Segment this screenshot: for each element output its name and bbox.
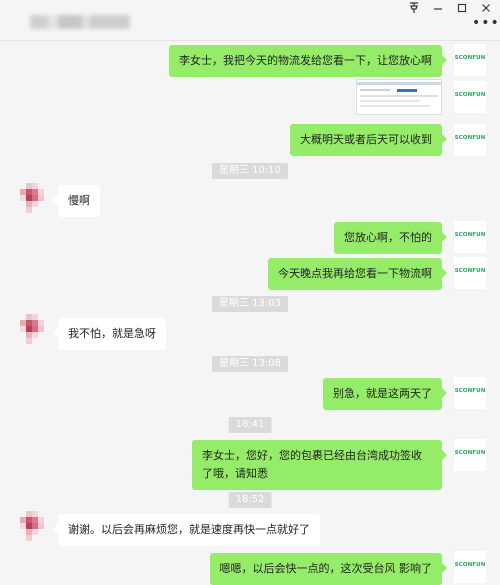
timestamp: 18:52 (228, 492, 272, 508)
avatar-brand-text: SCONFUN (454, 388, 486, 394)
maximize-icon[interactable] (452, 2, 472, 16)
chat-area: 李女士，我把今天的物流发给您看一下，让您放心啊 SCONFUN SCONFUN … (0, 41, 500, 585)
title-bar: ••• (0, 0, 500, 41)
received-message: 我不怕，就是急呀 (53, 318, 166, 350)
timestamp: 18:41 (228, 417, 272, 433)
contact-avatar[interactable] (20, 511, 44, 543)
received-message: 谢谢。以后会再麻烦您，就是速度再快一点就好了 (53, 514, 320, 546)
received-message: 慢啊 (53, 185, 100, 217)
avatar-brand-text: SCONFUN (454, 135, 486, 141)
sent-message: 大概明天或者后天可以收到 (290, 124, 447, 156)
my-avatar[interactable]: SCONFUN (454, 81, 486, 113)
sent-message: 别急，就是这两天了 (323, 378, 447, 410)
avatar-brand-text: SCONFUN (454, 268, 486, 274)
close-icon[interactable] (476, 2, 496, 16)
timestamp: 星期三 13:08 (212, 356, 288, 372)
sent-message: 您放心啊，不怕的 (334, 222, 447, 254)
my-avatar[interactable]: SCONFUN (454, 257, 486, 289)
my-avatar[interactable]: SCONFUN (454, 439, 486, 471)
my-avatar[interactable]: SCONFUN (454, 377, 486, 409)
pin-icon[interactable] (404, 2, 424, 16)
timestamp: 星期三 13:03 (212, 296, 288, 312)
minimize-icon[interactable] (428, 2, 448, 16)
sent-message: 李女士，我把今天的物流发给您看一下，让您放心啊 (169, 45, 447, 77)
contact-avatar[interactable] (20, 314, 44, 346)
avatar-brand-text: SCONFUN (454, 92, 486, 98)
avatar-brand-text: SCONFUN (454, 232, 486, 238)
sent-message: 嗯嗯，以后会快一点的，这次受台风 影响了 (209, 553, 447, 585)
my-avatar[interactable]: SCONFUN (454, 124, 486, 156)
my-avatar[interactable]: SCONFUN (454, 44, 486, 76)
timestamp: 星期三 10:10 (212, 163, 288, 179)
sent-message: 今天晚点我再给您看一下物流啊 (268, 258, 447, 290)
avatar-brand-text: SCONFUN (454, 450, 486, 456)
avatar-brand-text: SCONFUN (454, 562, 486, 568)
contact-avatar[interactable] (20, 183, 44, 215)
more-icon[interactable]: ••• (472, 16, 499, 30)
sent-image-logistics-screenshot[interactable] (356, 79, 442, 115)
avatar-brand-text: SCONFUN (454, 55, 486, 61)
my-avatar[interactable]: SCONFUN (454, 551, 486, 583)
sent-message: 李女士，您好，您的包裹已经由台湾成功签收了哦，请知悉 (192, 440, 447, 490)
chat-title-blurred (30, 15, 130, 29)
my-avatar[interactable]: SCONFUN (454, 221, 486, 253)
